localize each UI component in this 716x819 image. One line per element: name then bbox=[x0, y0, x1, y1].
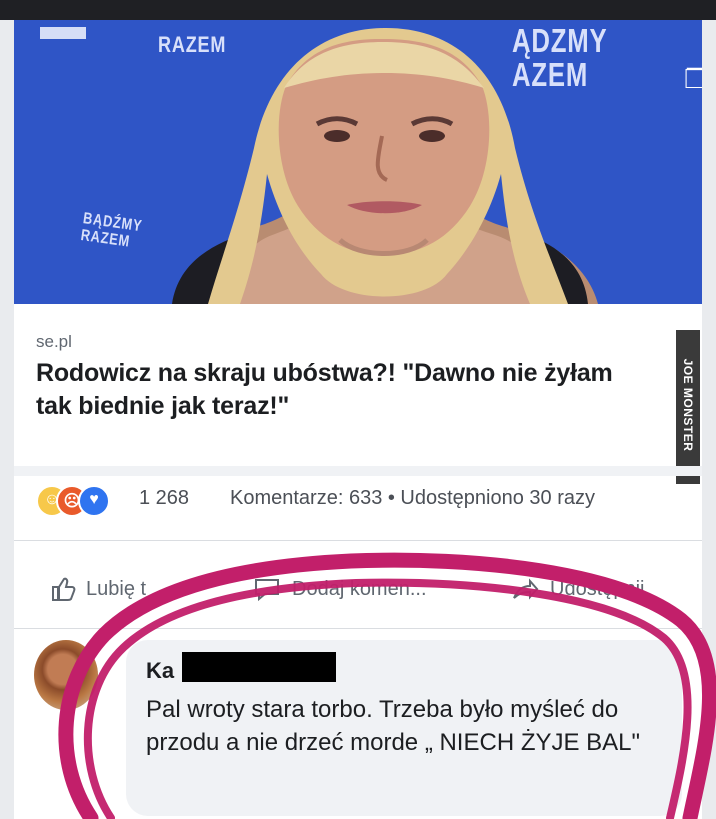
reaction-count[interactable]: 1 268 bbox=[139, 487, 189, 510]
share-icon bbox=[510, 575, 540, 603]
comment-label: Dodaj komen... bbox=[292, 577, 427, 600]
article-image[interactable]: RAZEM ĄDZMY AZEM BĄDŹMY RAZEM ❐ bbox=[14, 20, 702, 304]
watermark-label: JOE MONSTER bbox=[681, 358, 695, 452]
backdrop-label bbox=[40, 27, 86, 39]
reactions-summary[interactable]: ☺ ☹ ♥ bbox=[36, 485, 128, 517]
section-divider bbox=[14, 466, 702, 476]
comment-bubble: Ka Pal wroty stara torbo. Trzeba było my… bbox=[126, 640, 682, 816]
like-button[interactable]: Lubię t bbox=[48, 568, 146, 610]
person-photo bbox=[172, 28, 598, 304]
post-card: RAZEM ĄDZMY AZEM BĄDŹMY RAZEM ❐ se.pl Ro… bbox=[14, 20, 702, 819]
avatar[interactable] bbox=[34, 640, 98, 710]
top-status-bar bbox=[0, 0, 716, 20]
share-label: Udostępnij bbox=[550, 577, 645, 600]
comment-icon bbox=[252, 575, 282, 603]
link-source[interactable]: se.pl bbox=[36, 332, 72, 352]
like-reaction-icon: ♥ bbox=[78, 485, 110, 517]
article-title[interactable]: Rodowicz na skraju ubóstwa?! "Dawno nie … bbox=[36, 357, 636, 423]
comment-author[interactable]: Ka bbox=[146, 658, 174, 684]
post-stats: ☺ ☹ ♥ 1 268 Komentarze: 633 • Udostępnio… bbox=[36, 485, 696, 517]
actions-divider bbox=[14, 628, 702, 629]
redaction-bar bbox=[182, 652, 336, 682]
share-button[interactable]: Udostępnij bbox=[510, 568, 645, 610]
comments-shares-count[interactable]: Komentarze: 633 • Udostępniono 30 razy bbox=[230, 487, 595, 510]
comment-text: Pal wroty stara torbo. Trzeba było myśle… bbox=[146, 696, 641, 756]
expand-icon[interactable]: ❐ bbox=[684, 64, 702, 95]
comment-button[interactable]: Dodaj komen... bbox=[252, 568, 427, 610]
joe-monster-watermark: JOE MONSTER bbox=[676, 330, 700, 484]
post-actions: Lubię t Dodaj komen... Udostępnij bbox=[14, 568, 702, 612]
stats-divider bbox=[14, 540, 702, 541]
like-icon bbox=[48, 575, 76, 603]
like-label: Lubię t bbox=[86, 577, 147, 600]
